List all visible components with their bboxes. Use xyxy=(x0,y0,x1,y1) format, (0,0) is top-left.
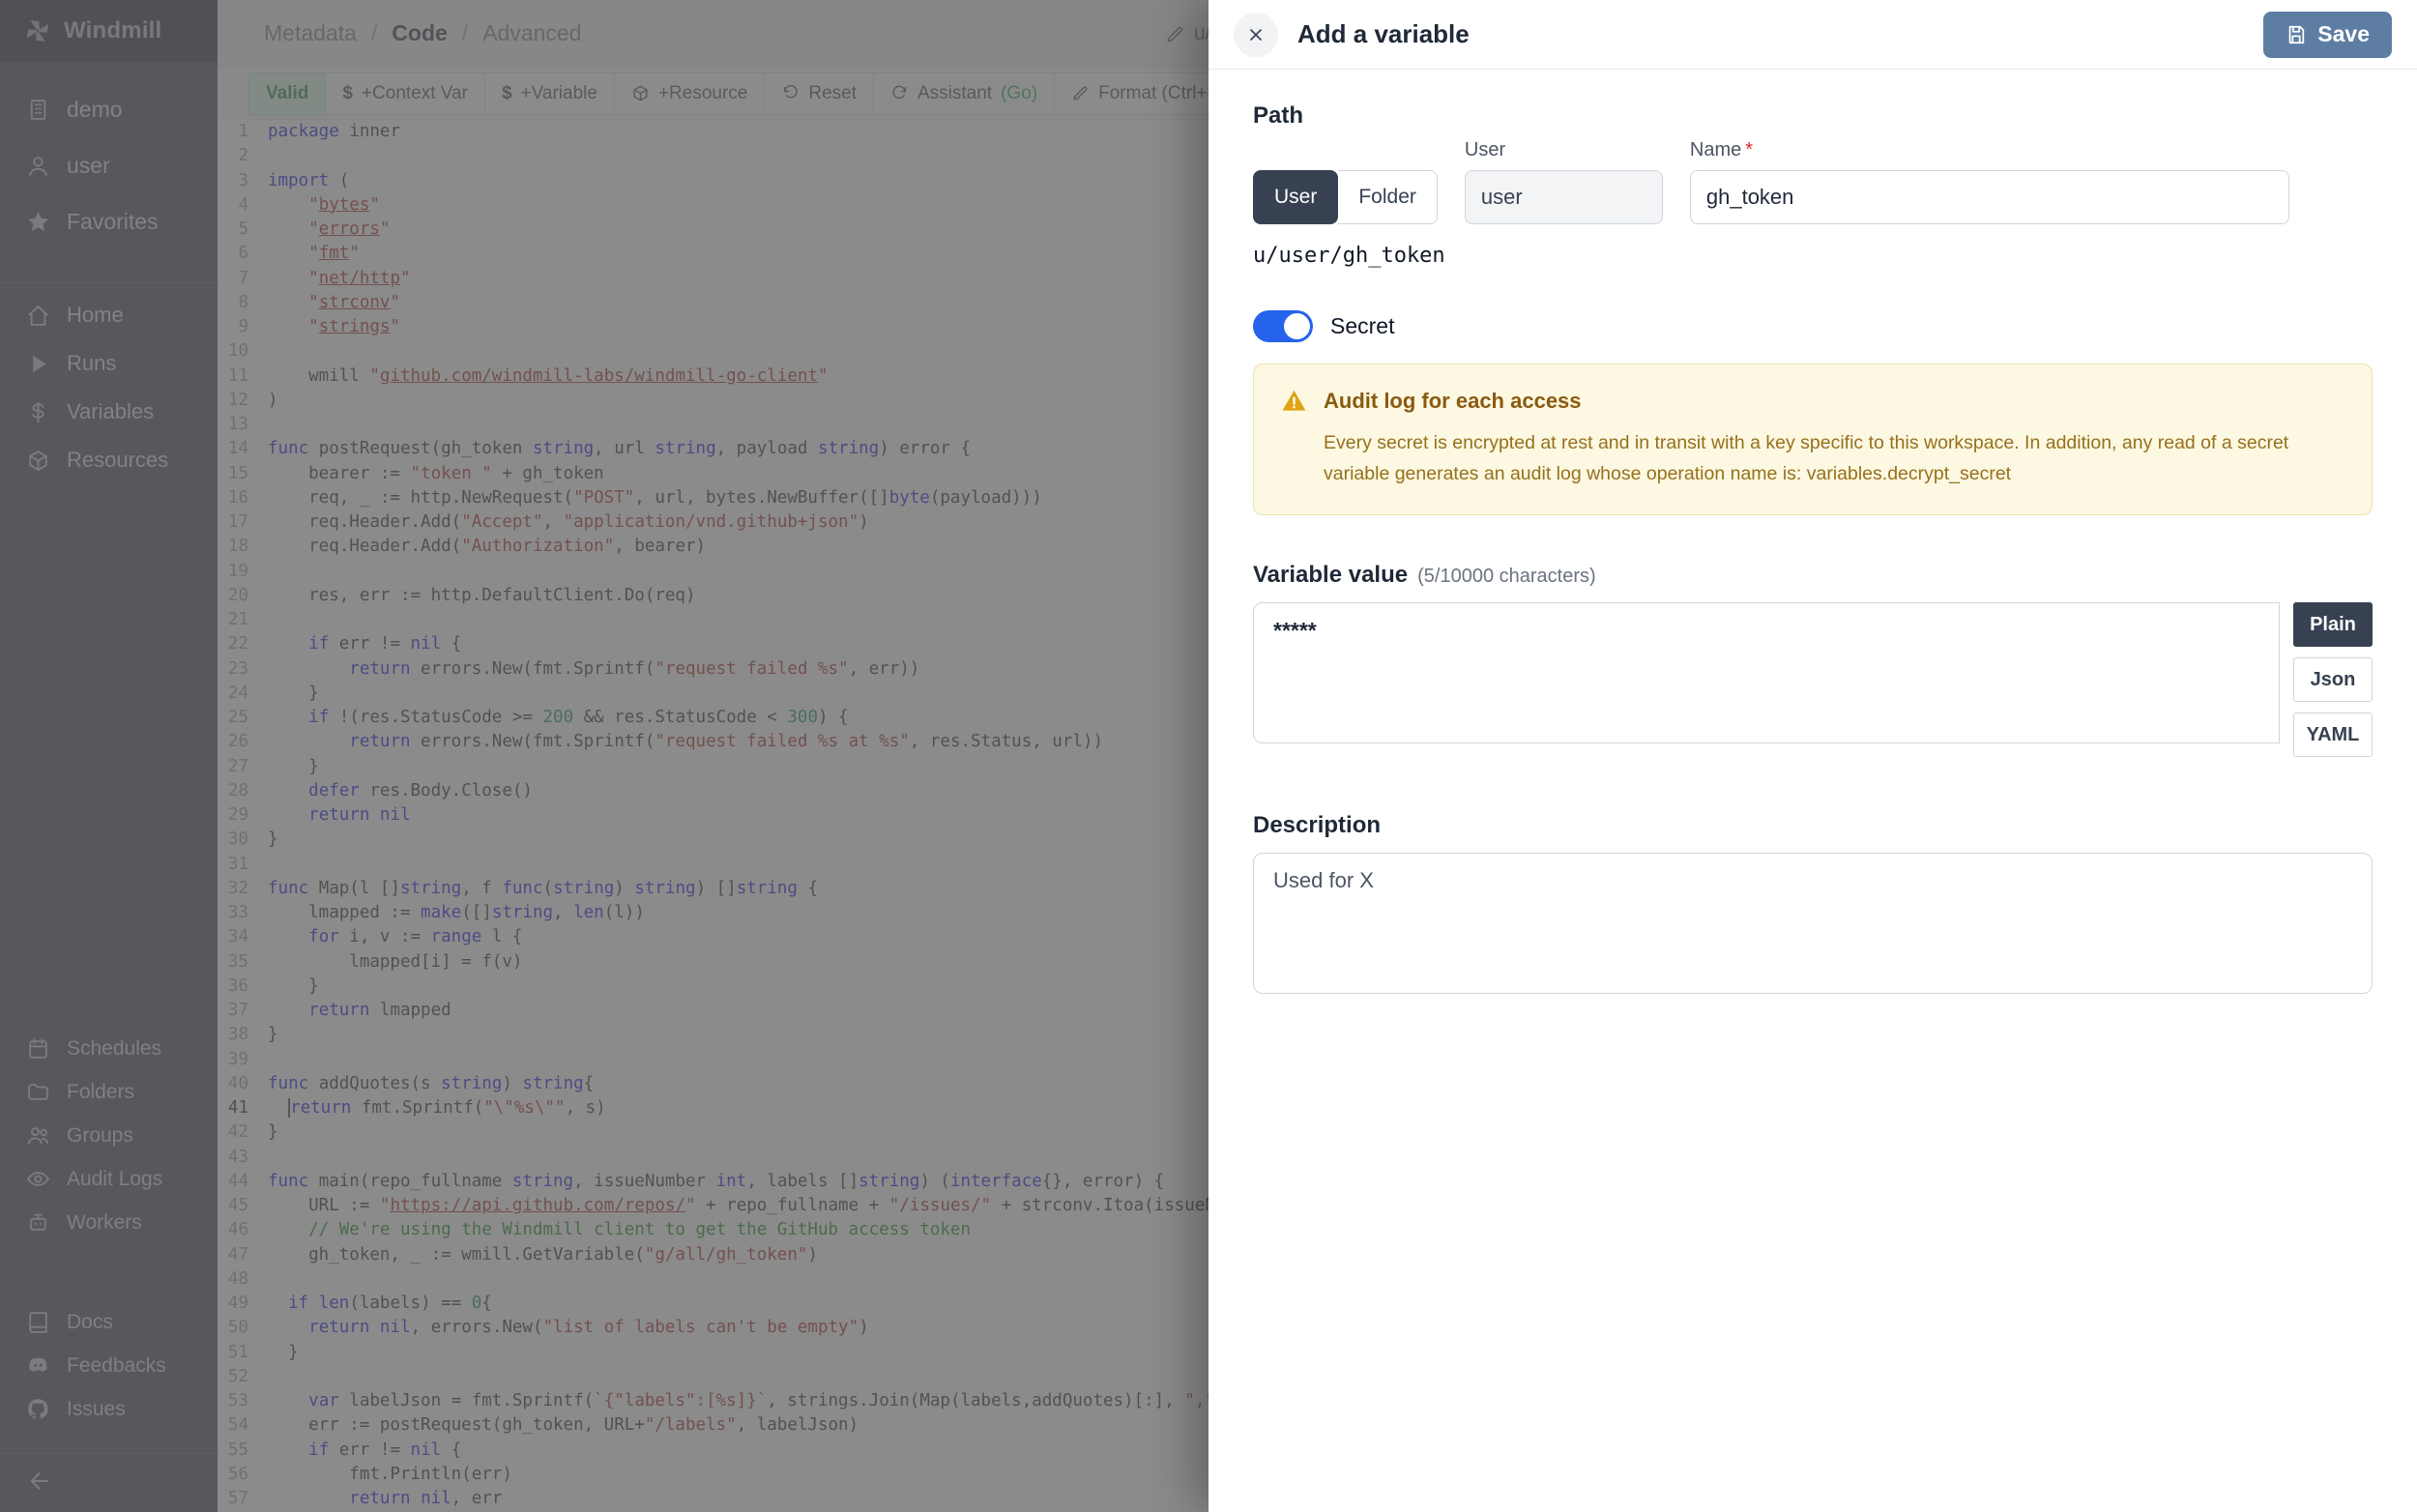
save-button-label: Save xyxy=(2317,21,2370,47)
drawer-body: Path UserFolder User Name* u/user/gh_tok… xyxy=(1208,70,2417,999)
name-label-text: Name xyxy=(1690,139,1741,160)
required-asterisk: * xyxy=(1745,139,1753,160)
variable-value-input[interactable]: ***** xyxy=(1253,602,2280,743)
path-row: UserFolder User Name* xyxy=(1253,139,2373,224)
path-heading: Path xyxy=(1253,102,2373,130)
name-field-group: Name* xyxy=(1690,139,2289,224)
owner-kind-user[interactable]: User xyxy=(1253,170,1338,224)
drawer-header: Add a variable Save xyxy=(1208,0,2417,70)
audit-warning-box: Audit log for each access Every secret i… xyxy=(1253,363,2373,515)
secret-row: Secret xyxy=(1253,310,2373,342)
secret-label: Secret xyxy=(1330,313,1394,339)
audit-warning-title: Audit log for each access xyxy=(1324,389,1582,414)
format-tab-json[interactable]: Json xyxy=(2293,657,2373,702)
description-input[interactable]: Used for X xyxy=(1253,853,2373,994)
variable-value-header: Variable value (5/10000 characters) xyxy=(1253,562,2373,589)
owner-kind-toggle: UserFolder xyxy=(1253,170,1438,224)
format-tab-plain[interactable]: Plain xyxy=(2293,602,2373,647)
audit-warning-text: Every secret is encrypted at rest and in… xyxy=(1324,427,2344,489)
user-input[interactable] xyxy=(1465,170,1663,224)
add-variable-drawer: Add a variable Save Path UserFolder User… xyxy=(1208,0,2417,1512)
drawer-title: Add a variable xyxy=(1297,19,1470,49)
variable-value-heading: Variable value xyxy=(1253,562,1408,589)
owner-kind-folder[interactable]: Folder xyxy=(1338,170,1438,224)
close-button[interactable] xyxy=(1234,13,1278,57)
path-preview: u/user/gh_token xyxy=(1253,244,2373,268)
variable-value-row: ***** Plain Json YAML xyxy=(1253,602,2373,768)
toggle-knob xyxy=(1284,313,1310,339)
audit-warning-header: Audit log for each access xyxy=(1281,388,2344,414)
app-window: Windmill demouserFavorites HomeRunsVaria… xyxy=(0,0,2417,1512)
description-heading: Description xyxy=(1253,812,2373,839)
close-icon xyxy=(1246,25,1266,44)
name-field-label: Name* xyxy=(1690,139,2289,161)
floppy-icon xyxy=(2286,24,2307,45)
warning-icon xyxy=(1281,388,1307,414)
character-counter: (5/10000 characters) xyxy=(1417,566,1596,588)
secret-toggle[interactable] xyxy=(1253,310,1313,342)
save-button[interactable]: Save xyxy=(2263,12,2392,58)
user-field-label: User xyxy=(1465,139,1663,161)
name-input[interactable] xyxy=(1690,170,2289,224)
format-tab-yaml[interactable]: YAML xyxy=(2293,712,2373,757)
user-field-group: User xyxy=(1465,139,1663,224)
value-format-tabs: Plain Json YAML xyxy=(2293,602,2373,768)
